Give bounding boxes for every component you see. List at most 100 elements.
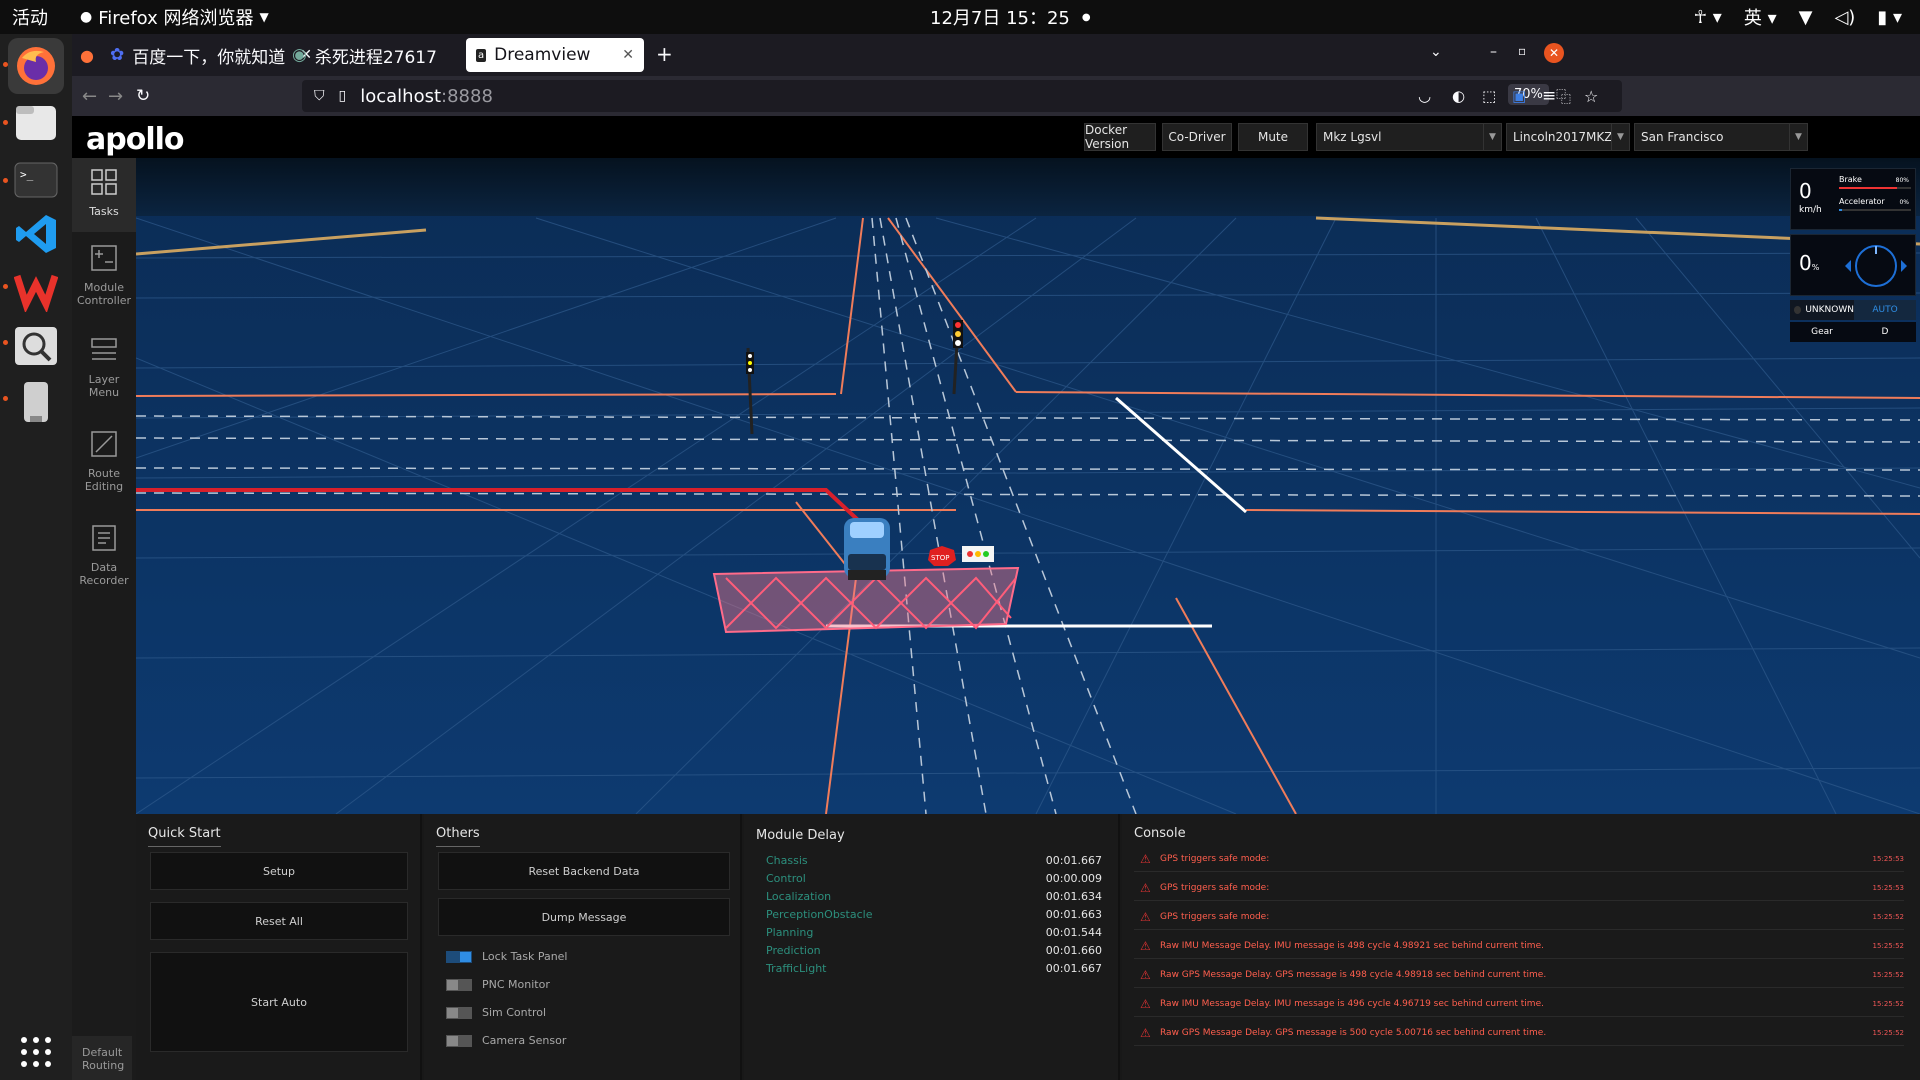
svg-text:>_: >_ xyxy=(20,168,34,181)
firefox-icon[interactable] xyxy=(8,38,64,94)
running-indicator xyxy=(3,284,8,289)
translate-icon[interactable]: ⿻ xyxy=(1556,86,1571,107)
reload-icon[interactable]: ↻ xyxy=(136,86,150,106)
module-name: Chassis xyxy=(766,854,808,867)
module-delay-row: PerceptionObstacle 00:01.663 xyxy=(766,908,1102,921)
quick-start-title: Quick Start xyxy=(148,826,221,847)
running-indicator xyxy=(3,120,8,125)
gear-label: Gear xyxy=(1811,327,1833,337)
pocket-icon[interactable]: ◡ xyxy=(1418,87,1431,105)
console-message-text: Raw IMU Message Delay. IMU message is 49… xyxy=(1160,998,1544,1009)
system-tray[interactable]: ☥ ▾ 英 ▾ ▼ ◁) ▮ ▾ xyxy=(1694,4,1902,30)
navigation-toolbar: ← → ↻ ⛉ ▯ localhost:8888 70% ⿻ ☆ ◡ ◐ ⬚ ▣… xyxy=(72,76,1920,116)
nav-label: Tasks xyxy=(89,205,119,218)
close-window-icon[interactable]: ✕ xyxy=(1544,43,1564,63)
close-tab-icon[interactable]: ✕ xyxy=(622,47,634,63)
simulation-scene[interactable]: STOP 0 km/h Brake 80% Accelerator 0% 0% xyxy=(136,158,1920,814)
bookmark-star-icon[interactable]: ☆ xyxy=(1584,87,1598,106)
warning-icon: ⚠ xyxy=(1140,996,1151,1011)
toggle-switch[interactable] xyxy=(446,1034,472,1047)
tab-dreamview[interactable]: a Dreamview ✕ xyxy=(466,38,644,72)
module-name: PerceptionObstacle xyxy=(766,908,873,921)
volume-icon[interactable]: ◁) xyxy=(1834,7,1855,28)
mode-select[interactable]: Mkz Lgsvl ▼ xyxy=(1316,123,1502,151)
reset-all-button[interactable]: Reset All xyxy=(150,902,408,940)
nav-layer-menu[interactable]: Layer Menu xyxy=(72,330,136,404)
data-recorder-icon xyxy=(92,525,116,551)
camera-sensor-toggle[interactable]: Camera Sensor xyxy=(446,1034,566,1047)
dock: >_ xyxy=(0,34,72,1080)
console-message: ⚠ Raw IMU Message Delay. IMU message is 4… xyxy=(1134,991,1904,1017)
accessibility-icon[interactable]: ☥ ▾ xyxy=(1694,7,1722,28)
clock[interactable]: 12月7日 15：25 ● xyxy=(930,4,1091,30)
chevron-down-icon: ▼ xyxy=(1611,124,1629,150)
new-tab-icon[interactable]: + xyxy=(656,42,673,66)
console-message-text: GPS triggers safe mode: xyxy=(1160,911,1270,922)
forward-icon[interactable]: → xyxy=(108,86,123,107)
module-name: Control xyxy=(766,872,806,885)
nav-default-routing[interactable]: Default Routing xyxy=(72,1036,132,1080)
map-select[interactable]: San Francisco ▼ xyxy=(1634,123,1808,151)
url-text[interactable]: localhost:8888 xyxy=(360,86,493,107)
toggle-switch[interactable] xyxy=(446,1006,472,1019)
activities-button[interactable]: 活动 xyxy=(12,4,48,30)
apollo-logo: apollo xyxy=(86,122,185,157)
minimize-icon[interactable]: – xyxy=(1490,44,1497,60)
show-apps-icon[interactable] xyxy=(8,1024,64,1080)
battery-icon[interactable]: ▮ ▾ xyxy=(1877,7,1902,28)
vehicle-select[interactable]: Lincoln2017MKZ ▼ xyxy=(1506,123,1630,151)
warning-icon: ⚠ xyxy=(1140,938,1151,953)
setup-button[interactable]: Setup xyxy=(150,852,408,890)
dreamview-header: apollo Docker Version Co-Driver Mute Mkz… xyxy=(72,116,1920,158)
module-delay-row: Control 00:00.009 xyxy=(766,872,1102,885)
nav-tasks[interactable]: Tasks xyxy=(72,158,136,232)
terminal-icon[interactable]: >_ xyxy=(8,152,64,208)
module-name: Planning xyxy=(766,926,814,939)
nav-data-recorder[interactable]: Data Recorder xyxy=(72,516,136,590)
signal-dot-icon xyxy=(1794,306,1802,314)
menu-icon[interactable]: ≡ xyxy=(1542,86,1556,106)
start-auto-button[interactable]: Start Auto xyxy=(150,952,408,1052)
module-delay-value: 00:00.009 xyxy=(1045,872,1102,885)
extensions-icon[interactable]: ⬚ xyxy=(1482,87,1496,105)
notification-dot-icon: ● xyxy=(1081,11,1091,23)
list-all-tabs-icon[interactable]: ⌄ xyxy=(1430,44,1442,60)
speed-value: 0 xyxy=(1799,179,1812,203)
nav-route-editing[interactable]: Route Editing xyxy=(72,424,136,498)
firefox-view-icon[interactable]: ● xyxy=(80,46,94,65)
tab-bar: ● ✿ 百度一下，你就知道 ✕ ◉ 杀死进程27617 ✕ a Dreamvie… xyxy=(72,34,1920,76)
stop-sign-label: STOP xyxy=(931,554,949,562)
wps-office-icon[interactable] xyxy=(8,262,64,318)
restore-icon[interactable]: ▫ xyxy=(1518,44,1526,58)
clock-label: 12月7日 15：25 xyxy=(930,8,1070,29)
translator-extension-icon[interactable]: ▣ xyxy=(1512,87,1526,105)
image-viewer-icon[interactable] xyxy=(8,318,64,374)
others-title: Others xyxy=(436,826,480,847)
pnc-monitor-toggle[interactable]: PNC Monitor xyxy=(446,978,550,991)
co-driver-button[interactable]: Co-Driver xyxy=(1162,123,1232,151)
running-indicator xyxy=(3,178,8,183)
dump-message-button[interactable]: Dump Message xyxy=(438,898,730,936)
lock-task-panel-toggle[interactable]: Lock Task Panel xyxy=(446,950,568,963)
module-controller-icon xyxy=(91,245,117,271)
profile-icon[interactable]: ◐ xyxy=(1452,87,1465,105)
chatgpt-favicon: ◉ xyxy=(292,45,307,65)
files-icon[interactable] xyxy=(8,94,64,150)
mute-button[interactable]: Mute xyxy=(1238,123,1308,151)
network-icon[interactable]: ▼ xyxy=(1799,7,1813,28)
module-delay-value: 00:01.663 xyxy=(1045,908,1102,921)
usb-drive-icon[interactable] xyxy=(8,374,64,430)
toggle-switch[interactable] xyxy=(446,978,472,991)
back-icon[interactable]: ← xyxy=(82,86,97,107)
app-menu[interactable]: ● Firefox 网络浏览器 ▼ xyxy=(80,4,269,30)
side-navigation: Tasks Module Controller Layer Menu Route… xyxy=(72,158,136,1080)
console-message-time: 15:25:53 xyxy=(1872,854,1904,863)
nav-module-controller[interactable]: Module Controller xyxy=(72,236,136,320)
vscode-icon[interactable] xyxy=(8,206,64,262)
reset-backend-data-button[interactable]: Reset Backend Data xyxy=(438,852,730,890)
sim-control-toggle[interactable]: Sim Control xyxy=(446,1006,546,1019)
docker-version-button[interactable]: Docker Version xyxy=(1084,123,1156,151)
toggle-switch[interactable] xyxy=(446,950,472,963)
input-method-indicator[interactable]: 英 ▾ xyxy=(1744,4,1777,30)
url-host: localhost xyxy=(360,85,442,107)
